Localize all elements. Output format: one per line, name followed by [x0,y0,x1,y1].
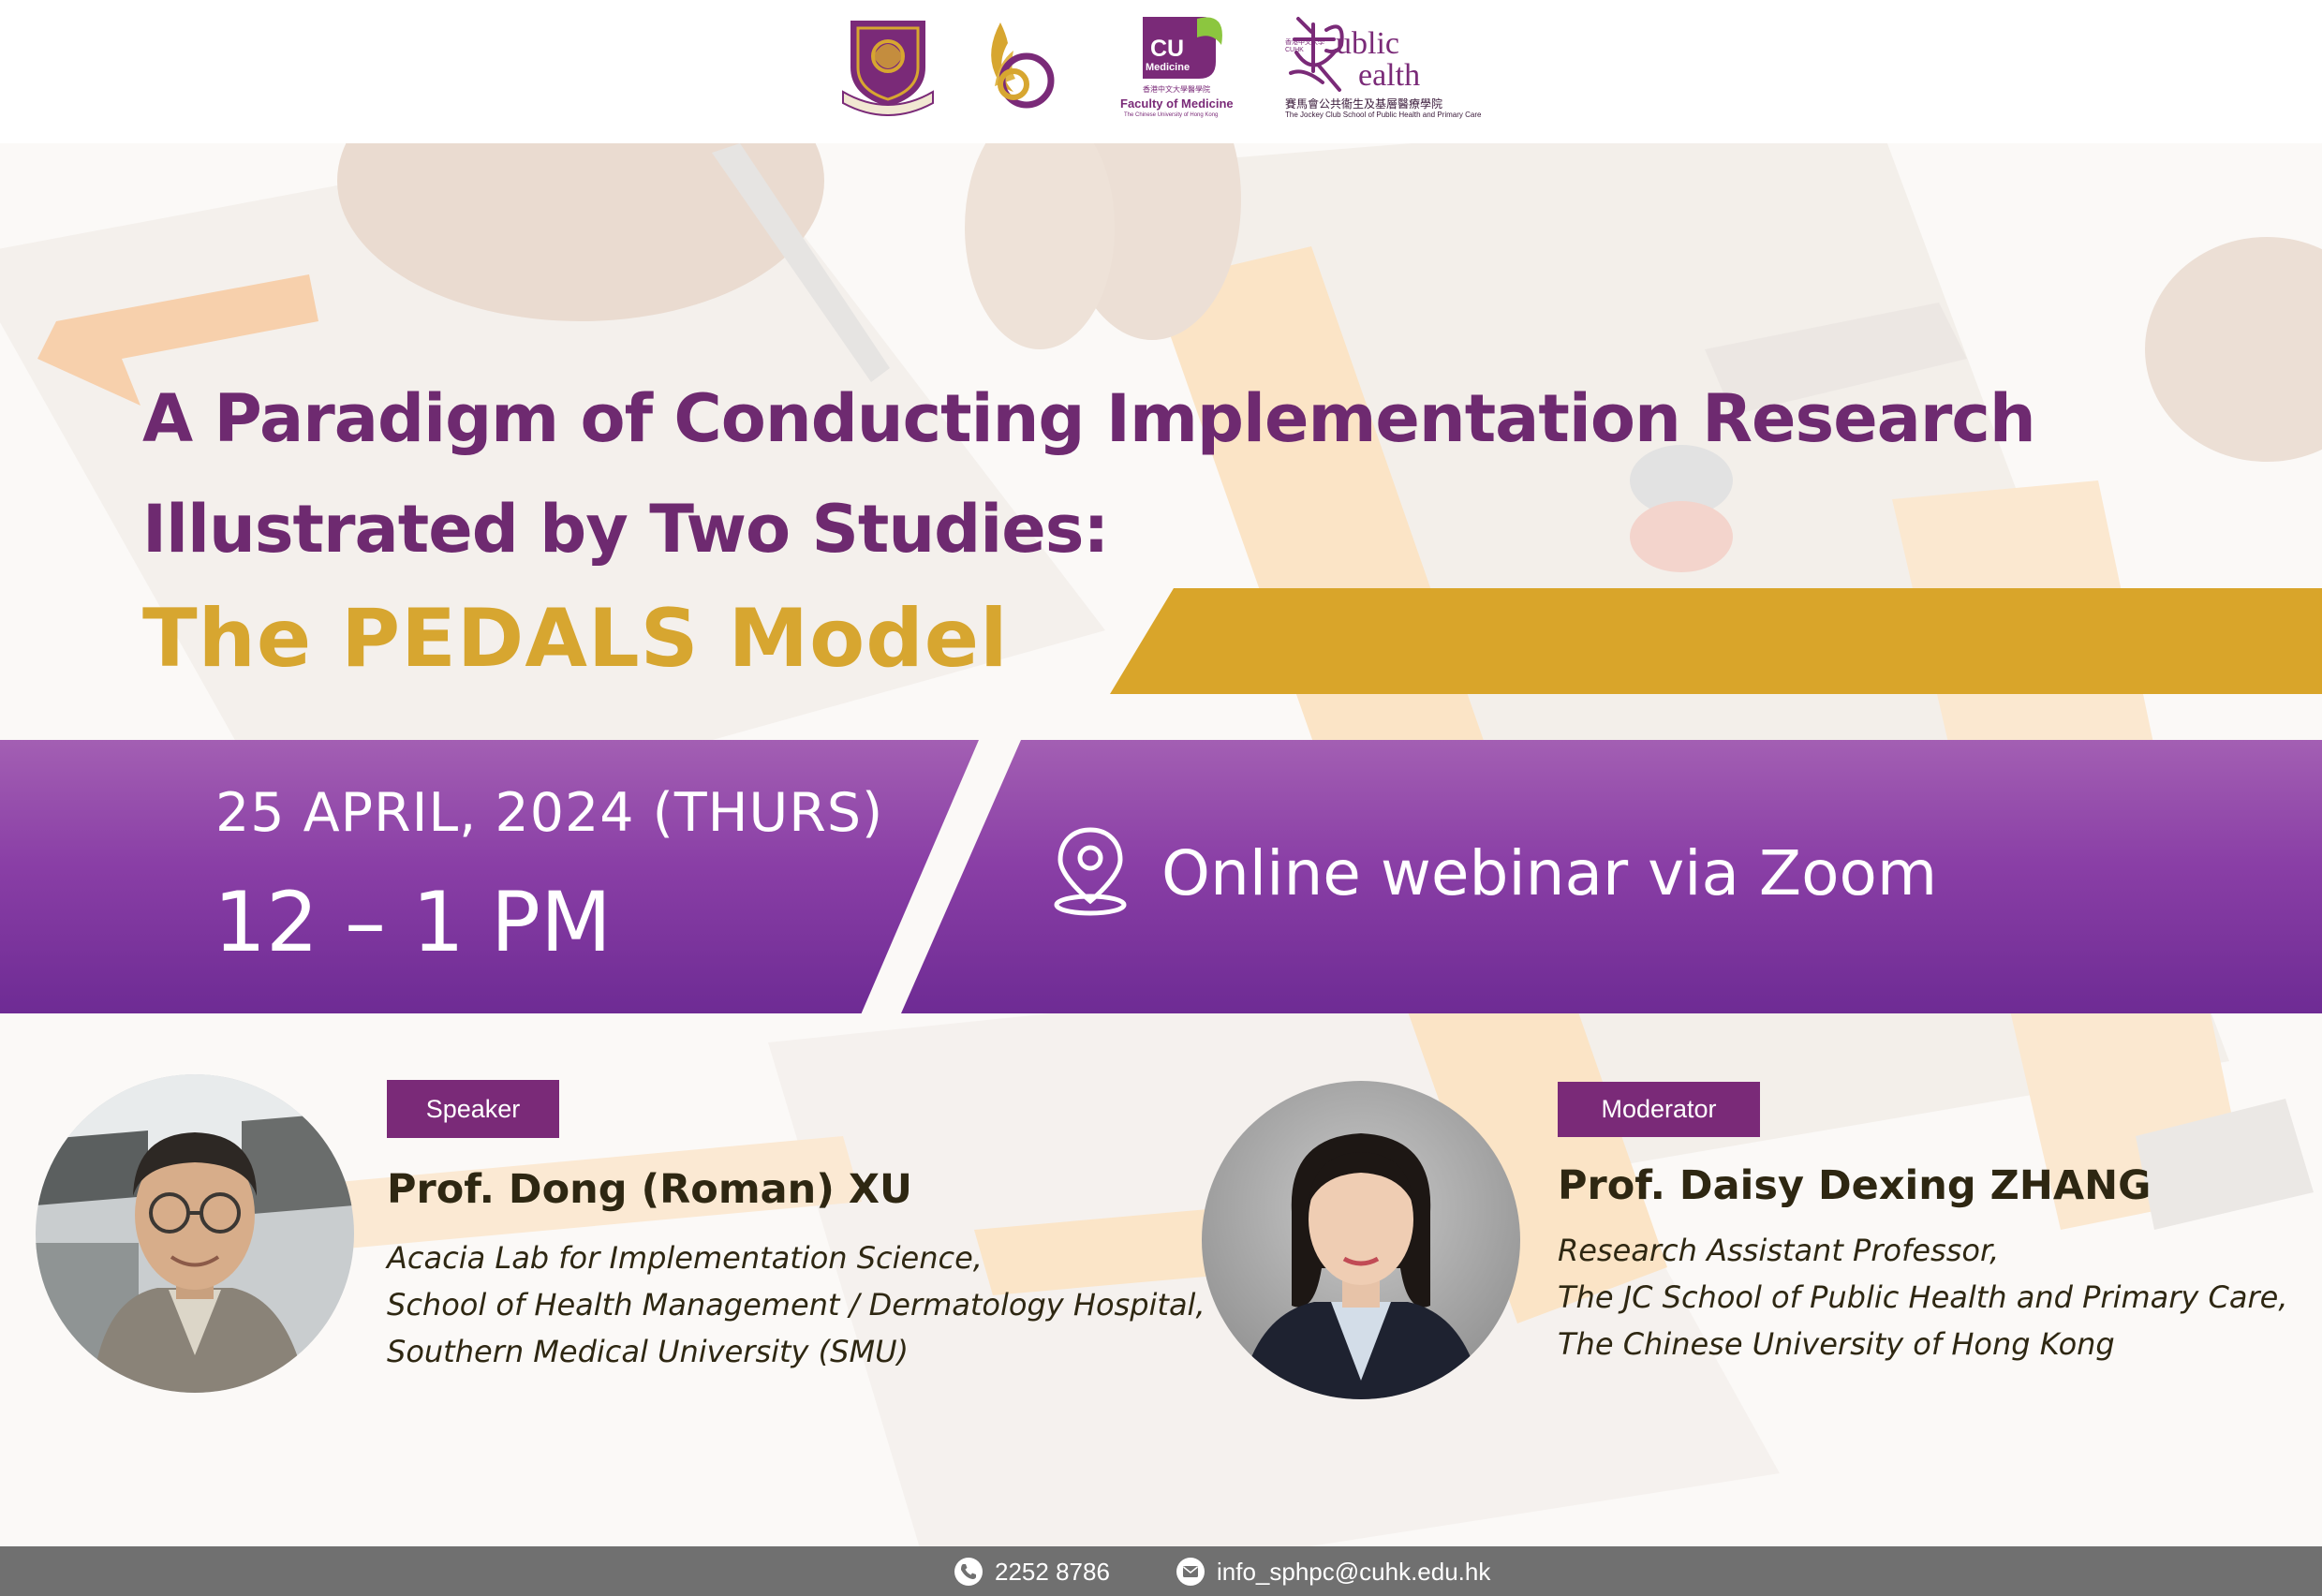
cu-medicine-logo: CU Medicine 香港中文大學醫學院 Faculty of Medicin… [1120,13,1235,130]
location-pin-icon [1051,824,1130,923]
mail-icon [1176,1558,1205,1586]
public-health-logo: ublic ealth 香港中文大學 CUHK 賽馬會公共衞生及基層醫療學院 T… [1285,13,1481,130]
faculty-name: Faculty of Medicine [1120,96,1234,111]
contact-email: info_sphpc@cuhk.edu.hk [1217,1558,1491,1586]
event-date: 25 APRIL, 2024 (THURS) [215,782,884,844]
moderator-name: Prof. Daisy Dexing ZHANG [1558,1162,2152,1209]
cuhk-crest-logo [841,13,935,130]
logo-header: CU Medicine 香港中文大學醫學院 Faculty of Medicin… [0,0,2322,143]
faculty-university: The Chinese University of Hong Kong [1124,112,1219,118]
speaker-affiliation: Acacia Lab for Implementation Science, S… [387,1234,1205,1375]
contact-phone: 2252 8786 [995,1558,1110,1586]
moderator-affiliation-line-3: The Chinese University of Hong Kong [1558,1326,2115,1362]
speaker-affiliation-line-1: Acacia Lab for Implementation Science, [387,1240,983,1276]
moderator-photo [1202,1081,1520,1399]
cuhk-chinese-small: 香港中文大學 [1285,39,1324,46]
contact-footer: 2252 8786 info_sphpc@cuhk.edu.hk [0,1546,2322,1596]
speaker-affiliation-line-2: School of Health Management / Dermatolog… [387,1287,1205,1323]
speaker-affiliation-line-3: Southern Medical University (SMU) [387,1334,909,1369]
poster: CU Medicine 香港中文大學醫學院 Faculty of Medicin… [0,0,2322,1596]
school-chinese-name: 賽馬會公共衞生及基層醫療學院 [1285,97,1443,111]
gold-accent-bar [1110,588,2322,694]
school-name: The Jockey Club School of Public Health … [1285,111,1482,119]
speaker-name: Prof. Dong (Roman) XU [387,1166,912,1213]
event-time: 12 – 1 PM [214,874,612,970]
title-line-2: Illustrated by Two Studies: [142,491,1109,568]
speaker-photo [36,1074,354,1393]
public-word: ublic [1336,26,1399,61]
faculty-chinese-name: 香港中文大學醫學院 [1143,85,1210,94]
speaker-role-tag: Speaker [387,1080,559,1138]
cu-medicine-text: Medicine [1146,62,1191,73]
moderator-affiliation-line-2: The JC School of Public Health and Prima… [1558,1279,2288,1315]
health-word: ealth [1358,58,1421,93]
title-line-1: A Paradigm of Conducting Implementation … [142,380,2036,457]
phone-icon [954,1558,983,1586]
moderator-affiliation: Research Assistant Professor, The JC Sch… [1558,1227,2287,1367]
cu-badge-text: CU [1150,36,1185,62]
event-location: Online webinar via Zoom [1161,837,1938,909]
event-subtitle: The PEDALS Model [142,592,1009,686]
moderator-role-tag: Moderator [1558,1082,1760,1137]
moderator-affiliation-line-1: Research Assistant Professor, [1558,1233,2000,1268]
event-title: A Paradigm of Conducting Implementation … [142,363,2036,584]
anniversary-60-logo [972,13,1058,130]
cuhk-small: CUHK [1285,47,1304,53]
